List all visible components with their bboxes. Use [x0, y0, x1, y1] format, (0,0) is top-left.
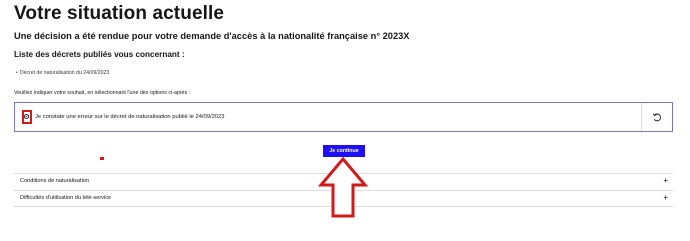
- decision-text: Une décision a été rendue pour votre dem…: [14, 31, 410, 41]
- page-title: Votre situation actuelle: [14, 3, 225, 24]
- instruction-text: Veuillez indiquer votre souhait, en séle…: [14, 90, 191, 96]
- continue-button[interactable]: Je continue: [323, 145, 365, 157]
- undo-icon[interactable]: [651, 111, 663, 123]
- accordion-label: Conditions de naturalisation: [20, 178, 90, 184]
- option-box[interactable]: Je constate une erreur sur le décret de …: [14, 102, 673, 132]
- decrees-heading: Liste des décrets publiés vous concernan…: [14, 50, 185, 59]
- decree-list: Décret de naturalisation du 24/09/2023: [16, 70, 109, 76]
- annotation-mark: [100, 157, 104, 160]
- accordion-label: Difficultés d'utilisation du télé-servic…: [20, 195, 112, 201]
- plus-icon[interactable]: +: [663, 176, 668, 185]
- decree-item: Décret de naturalisation du 24/09/2023: [16, 70, 109, 76]
- annotation-arrow-icon: [318, 157, 368, 218]
- option-radio[interactable]: [24, 114, 29, 119]
- plus-icon[interactable]: +: [663, 193, 668, 202]
- option-label[interactable]: Je constate une erreur sur le décret de …: [35, 114, 225, 120]
- option-divider: [641, 103, 642, 131]
